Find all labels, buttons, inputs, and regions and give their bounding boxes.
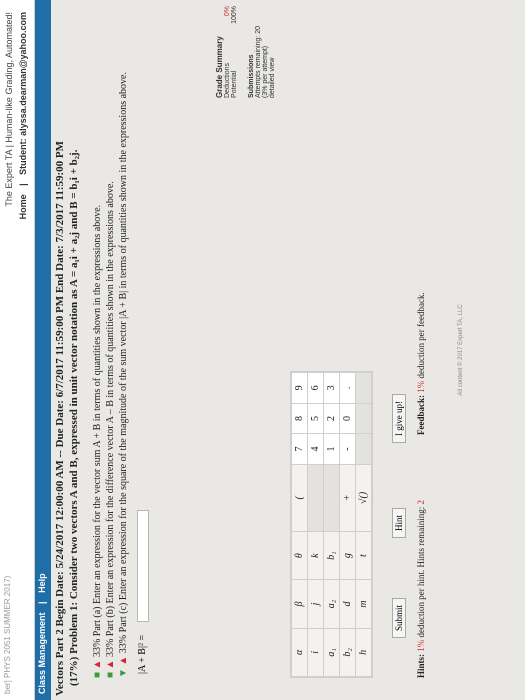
feedback-pct: 1%	[416, 380, 426, 393]
keypad-key[interactable]: t	[355, 531, 372, 580]
keypad-row: ijk 456	[307, 372, 324, 677]
part-a[interactable]: ■ ▲ 33% Part (a) Enter an expression for…	[92, 4, 103, 678]
menu-bar: Class Management | Help	[35, 0, 51, 700]
keypad-row: α β θ(7 8 9	[291, 372, 308, 677]
submissions-label: Submissions	[248, 54, 255, 98]
deductions-row: Deductions 0%	[224, 6, 231, 98]
attempts-remaining: Attempts remaining: 20	[255, 26, 262, 98]
symbol-keypad: α β θ(7 8 9 i j k 4 5 6 a₁ a₂ b₁ 1 2 3 b₂ d g + -0. h m t √()	[290, 371, 373, 678]
keypad-key[interactable]: +	[339, 464, 356, 532]
deductions-value: 0%	[224, 6, 231, 17]
potential-label: Potential	[231, 70, 238, 98]
keypad-key[interactable]: -	[339, 433, 356, 465]
per-attempt: (3% per attempt)	[262, 45, 269, 98]
top-nav: Home | Student: alyssa.dearman@yahoo.com	[18, 12, 28, 225]
hint-button[interactable]: Hint	[392, 507, 406, 538]
assignment-title: Vectors Part 2 Begin Date: 5/24/2017 12:…	[54, 140, 66, 696]
feedback-label: Feedback:	[416, 395, 426, 435]
keypad-key[interactable]: 8	[291, 403, 308, 434]
menu-class-management[interactable]: Class Management	[37, 612, 47, 694]
part-c-warning-icon: ▲	[118, 655, 129, 666]
part-b-check-icon: ■	[105, 671, 116, 678]
hints-label: Hints:	[416, 653, 426, 678]
keypad-key[interactable]: k	[307, 531, 324, 580]
keypad-key[interactable]: a₂	[323, 579, 340, 629]
keypad-key	[323, 464, 340, 532]
give-up-button[interactable]: I give up!	[392, 394, 406, 443]
keypad-key[interactable]: θ	[291, 531, 308, 580]
part-a-text: 33% Part (a) Enter an expression for the…	[92, 204, 103, 658]
part-c-expand-icon: ▼	[118, 668, 129, 678]
hints-remaining: 2	[416, 500, 426, 505]
part-a-warning-icon: ▲	[92, 659, 103, 670]
answer-label: |A + B|² =	[137, 634, 148, 674]
submit-button[interactable]: Submit	[392, 597, 406, 638]
keypad-row: b₂ d g + -0.	[339, 372, 356, 677]
part-c-text: 33% Part (c) Enter an expression for the…	[118, 72, 129, 654]
keypad-key[interactable]: 7	[291, 433, 308, 465]
keypad-key[interactable]: .	[339, 372, 356, 404]
keypad-key[interactable]: 6	[307, 372, 324, 404]
keypad-key[interactable]: i	[307, 628, 324, 677]
part-c[interactable]: ▼ ▲ 33% Part (c) Enter an expression for…	[118, 8, 129, 678]
keypad-key[interactable]: h	[355, 628, 372, 677]
deductions-label: Deductions	[224, 62, 231, 98]
keypad-key[interactable]: j	[307, 579, 324, 629]
feedback-text: deduction per feedback.	[416, 292, 426, 379]
keypad-grid: α β θ(7 8 9 i j k 4 5 6 a₁ a₂ b₁ 1 2 3 b₂ d g + -0. h m t √()	[291, 372, 372, 677]
part-b[interactable]: ■ ▲ 33% Part (b) Enter an expression for…	[105, 4, 116, 678]
menu-separator: |	[37, 601, 47, 604]
nav-separator: |	[18, 183, 28, 186]
assignment-content: Vectors Part 2 Begin Date: 5/24/2017 12:…	[54, 4, 151, 696]
keypad-key[interactable]: 1	[323, 433, 340, 465]
keypad-key[interactable]: 3	[323, 372, 340, 404]
keypad-key[interactable]: 9	[291, 372, 308, 404]
answer-input[interactable]	[137, 510, 149, 622]
keypad-key[interactable]: 4	[307, 433, 324, 465]
button-row: Submit Hint I give up!	[392, 373, 406, 678]
keypad-key	[355, 433, 372, 465]
keypad-key[interactable]: 2	[323, 403, 340, 434]
keypad-key[interactable]: β	[291, 579, 308, 629]
hints-text: deduction per hint. Hints remaining:	[416, 506, 426, 638]
hints-pct: 1%	[416, 639, 426, 652]
keypad-key	[307, 464, 324, 532]
nav-home-link[interactable]: Home	[18, 194, 28, 219]
keypad-key[interactable]: √()	[355, 464, 372, 532]
keypad-key[interactable]: (	[291, 464, 308, 532]
menu-help[interactable]: Help	[37, 573, 47, 593]
keypad-key[interactable]: b₁	[323, 531, 340, 580]
student-email: Student: alyssa.dearman@yahoo.com	[18, 12, 28, 175]
keypad-row: h m t √()	[355, 372, 372, 677]
keypad-key	[355, 403, 372, 434]
potential-row: Potential 100%	[231, 6, 238, 98]
brand-tagline: The Expert TA | Human-like Grading, Auto…	[4, 12, 14, 207]
keypad-key	[355, 372, 372, 404]
keypad-key[interactable]: 5	[307, 403, 324, 434]
course-title: ber] PHYS 2051 SUMMER 2017)	[3, 575, 12, 694]
keypad-row: a₁ a₂ b₁ 1 2 3	[323, 372, 340, 677]
feedback-line: Feedback: 1% deduction per feedback.	[416, 292, 426, 435]
part-b-warning-icon: ▲	[105, 659, 116, 670]
keypad-key[interactable]: a₁	[323, 628, 340, 677]
keypad-key[interactable]: g	[339, 531, 356, 580]
part-a-check-icon: ■	[92, 671, 103, 678]
hints-line: Hints: 1% deduction per hint. Hints rema…	[416, 500, 426, 678]
copyright-footer: All content © 2017 Expert TA, LLC	[458, 304, 464, 396]
keypad-key[interactable]: m	[355, 579, 372, 629]
keypad-key[interactable]: b₂	[339, 628, 356, 677]
part-b-text: 33% Part (b) Enter an expression for the…	[105, 181, 116, 658]
potential-value: 100%	[231, 6, 238, 24]
detailed-view-link[interactable]: detailed view	[269, 6, 276, 98]
keypad-key[interactable]: 0	[339, 403, 356, 434]
keypad-key[interactable]: d	[339, 579, 356, 629]
top-header: ber] PHYS 2051 SUMMER 2017) The Expert T…	[0, 0, 35, 700]
grade-summary: Grade Summary Deductions 0% Potential 10…	[215, 6, 276, 98]
grade-summary-title: Grade Summary	[215, 36, 224, 98]
rotated-page: ber] PHYS 2051 SUMMER 2017) The Expert T…	[0, 0, 525, 700]
answer-row: |A + B|² =	[137, 4, 151, 674]
problem-statement: (17%) Problem 1: Consider two vectors A …	[68, 149, 80, 686]
keypad-key[interactable]: α	[291, 628, 308, 677]
